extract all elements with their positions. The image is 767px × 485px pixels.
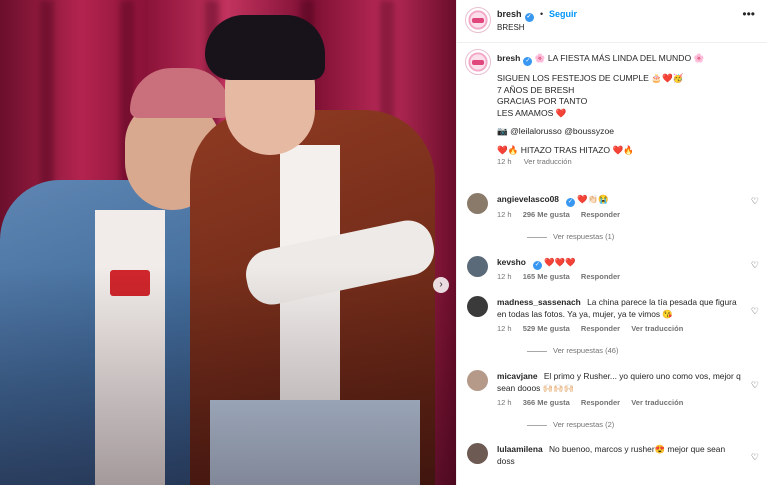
caption-line: SIGUEN LOS FESTEJOS DE CUMPLE 🎂❤️🥳 xyxy=(497,73,684,83)
comment-text-block: lulaamilena No buenoo, marcos y rusher😍 … xyxy=(497,443,742,467)
view-replies-button[interactable]: Ver respuestas (2) xyxy=(527,420,614,429)
header-username[interactable]: bresh ✓ xyxy=(497,9,534,22)
caption-line: LES AMAMOS ❤️ xyxy=(497,107,567,118)
profile-avatar[interactable] xyxy=(465,7,491,33)
commenter-avatar[interactable] xyxy=(467,193,488,214)
view-replies-label[interactable]: Ver respuestas (2) xyxy=(553,420,614,429)
comment-username[interactable]: madness_sassenach xyxy=(497,297,581,307)
instagram-post: › bresh ✓ • Seguir BRESH ••• bresh ✓ 🌸 LA … xyxy=(0,0,767,485)
caption-meta: 12 h Ver traducción xyxy=(497,156,759,168)
caption-body: bresh ✓ 🌸 LA FIESTA MÁS LINDA DEL MUNDO 🌸… xyxy=(497,53,759,168)
comment-meta: 12 h 366 Me gusta Responder Ver traducci… xyxy=(497,398,692,407)
caption-line: 7 AÑOS DE BRESH xyxy=(497,84,575,95)
commenter-avatar[interactable] xyxy=(467,370,488,391)
like-comment-heart-icon[interactable]: ♡ xyxy=(751,260,759,271)
comment-meta: 12 h 165 Me gusta Responder xyxy=(497,272,629,281)
post-photo[interactable]: › xyxy=(0,0,456,485)
comment-text-block: micavjane El primo y Rusher... yo quiero… xyxy=(497,370,742,394)
commenter-avatar[interactable] xyxy=(467,296,488,317)
view-replies-label[interactable]: Ver respuestas (46) xyxy=(553,346,618,355)
post-side-panel: bresh ✓ • Seguir BRESH ••• bresh ✓ 🌸 LA FI… xyxy=(456,0,767,485)
comment-username[interactable]: kevsho xyxy=(497,257,526,267)
more-options-icon[interactable]: ••• xyxy=(742,7,755,21)
reply-button[interactable]: Responder xyxy=(581,324,620,333)
caption-username[interactable]: bresh xyxy=(497,53,520,63)
comment-username[interactable]: angievelasco08 xyxy=(497,194,559,204)
verified-badge-icon: ✓ xyxy=(524,13,534,22)
caption-line: GRACIAS POR TANTO xyxy=(497,96,588,106)
see-translation-link[interactable]: Ver traducción xyxy=(631,398,683,407)
comment-likes[interactable]: 366 Me gusta xyxy=(523,398,570,407)
comment-time: 12 h xyxy=(497,272,512,281)
comment-username[interactable]: lulaamilena xyxy=(497,444,543,454)
post-header: bresh ✓ • Seguir BRESH ••• xyxy=(457,0,767,43)
photo-credits[interactable]: 📷 @leilalorusso @boussyzoe xyxy=(497,126,759,138)
chevron-right-icon: › xyxy=(439,279,443,290)
comment-time: 12 h xyxy=(497,324,512,333)
reply-button[interactable]: Responder xyxy=(581,272,620,281)
like-comment-heart-icon[interactable]: ♡ xyxy=(751,380,759,391)
comment-meta: 12 h 296 Me gusta Responder xyxy=(497,210,629,219)
comment-text: ❤️❤️❤️ xyxy=(544,257,576,267)
see-translation-link[interactable]: Ver traducción xyxy=(524,157,572,166)
separator-dot: • xyxy=(540,9,544,19)
comment-likes[interactable]: 529 Me gusta xyxy=(523,324,570,333)
reply-button[interactable]: Responder xyxy=(581,210,620,219)
comment-text-block: kevsho ✓ ❤️❤️❤️ xyxy=(497,256,742,270)
like-comment-heart-icon[interactable]: ♡ xyxy=(751,306,759,317)
caption-time: 12 h xyxy=(497,157,512,166)
view-replies-button[interactable]: Ver respuestas (46) xyxy=(527,346,618,355)
comment-likes[interactable]: 165 Me gusta xyxy=(523,272,570,281)
comment-text-block: madness_sassenach La china parece la tía… xyxy=(497,296,742,320)
comment-text: ❤️👏🏻😭 xyxy=(577,194,609,204)
comment-time: 12 h xyxy=(497,398,512,407)
view-replies-button[interactable]: Ver respuestas (1) xyxy=(527,232,614,241)
comment-meta: 12 h 529 Me gusta Responder Ver traducci… xyxy=(497,324,692,333)
caption-title: 🌸 LA FIESTA MÁS LINDA DEL MUNDO 🌸 xyxy=(534,53,705,63)
caption-line: ❤️🔥 HITAZO TRAS HITAZO ❤️🔥 xyxy=(497,144,634,155)
comment-username[interactable]: micavjane xyxy=(497,371,538,381)
comment-likes[interactable]: 296 Me gusta xyxy=(523,210,570,219)
verified-badge-icon: ✓ xyxy=(523,57,533,66)
username-text[interactable]: bresh xyxy=(497,9,522,19)
reply-button[interactable]: Responder xyxy=(581,398,620,407)
header-subtitle: BRESH xyxy=(497,23,525,32)
commenter-avatar[interactable] xyxy=(467,256,488,277)
verified-badge-icon: ✓ xyxy=(532,261,542,270)
caption-avatar[interactable] xyxy=(465,49,491,75)
like-comment-heart-icon[interactable]: ♡ xyxy=(751,196,759,207)
like-comment-heart-icon[interactable]: ♡ xyxy=(751,452,759,463)
comment-time: 12 h xyxy=(497,210,512,219)
verified-badge-icon: ✓ xyxy=(565,198,575,207)
comment-text-block: angievelasco08 ✓ ❤️👏🏻😭 xyxy=(497,193,742,207)
next-photo-button[interactable]: › xyxy=(433,277,449,293)
view-replies-label[interactable]: Ver respuestas (1) xyxy=(553,232,614,241)
follow-button[interactable]: Seguir xyxy=(549,9,577,19)
see-translation-link[interactable]: Ver traducción xyxy=(631,324,683,333)
commenter-avatar[interactable] xyxy=(467,443,488,464)
